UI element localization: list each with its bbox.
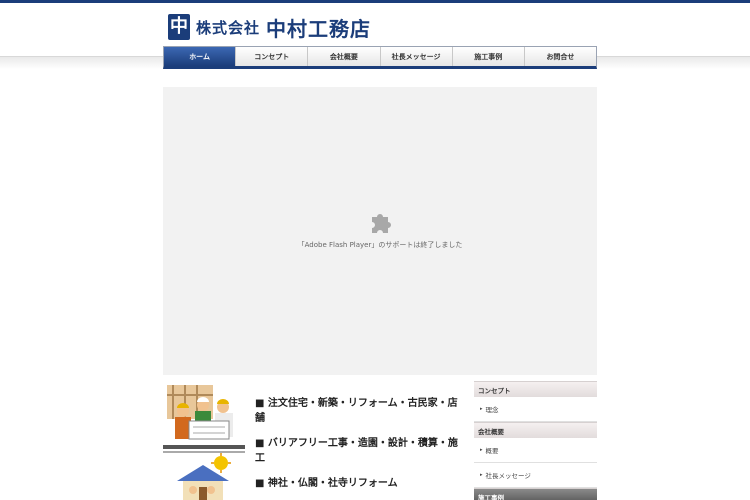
- sidebar-heading-concept: コンセプト: [474, 381, 597, 397]
- logo-company-name: 中村工務店: [266, 16, 372, 41]
- sidebar-heading-company: 会社概要: [474, 422, 597, 438]
- feature-section: ■ 注文住宅・新築・リフォーム・古民家・店舗 ■ バリアフリー工事・造園・設計・…: [163, 381, 468, 500]
- nav-item-works[interactable]: 施工事例: [453, 47, 525, 66]
- logo-company-prefix: 株式会社: [196, 18, 261, 37]
- logo-mark-icon: 中: [168, 14, 190, 40]
- arrow-right-icon: ▸: [480, 472, 483, 478]
- sidebar-item-label: 概要: [485, 447, 499, 455]
- house-renovation-illustration: [163, 451, 245, 500]
- puzzle-piece-icon: [372, 214, 391, 233]
- nav-item-concept[interactable]: コンセプト: [236, 47, 309, 66]
- sidebar-heading-works: 施工事例: [474, 488, 597, 500]
- sidebar-item-label: 理念: [485, 406, 499, 414]
- sidebar: コンセプト ▸ 理念 会社概要 ▸ 概要 ▸ 社長メッセージ 施工事例: [474, 381, 597, 500]
- flash-unsupported-message: 「Adobe Flash Player」のサポートは終了しました: [297, 241, 463, 249]
- flash-placeholder[interactable]: 「Adobe Flash Player」のサポートは終了しました: [163, 87, 597, 375]
- feature-item: ■ 神社・仏閣・社寺リフォーム: [255, 478, 398, 489]
- nav-item-company[interactable]: 会社概要: [308, 47, 381, 66]
- sidebar-item-philosophy[interactable]: ▸ 理念: [474, 397, 597, 422]
- feature-item: ■ 注文住宅・新築・リフォーム・古民家・店舗: [255, 398, 458, 424]
- feature-item: ■ バリアフリー工事・造園・設計・積算・施工: [255, 438, 458, 464]
- sidebar-item-president-message[interactable]: ▸ 社長メッセージ: [474, 463, 597, 488]
- nav-item-home[interactable]: ホーム: [164, 47, 237, 66]
- arrow-right-icon: ▸: [480, 447, 483, 453]
- arrow-right-icon: ▸: [480, 406, 483, 412]
- sidebar-item-overview[interactable]: ▸ 概要: [474, 438, 597, 463]
- construction-workers-illustration: [163, 381, 245, 449]
- nav-item-message[interactable]: 社長メッセージ: [381, 47, 453, 66]
- main-navigation: ホーム コンセプト 会社概要 社長メッセージ 施工事例 お問合せ: [163, 46, 597, 69]
- nav-item-contact[interactable]: お問合せ: [525, 47, 596, 66]
- site-logo[interactable]: 中 株式会社 中村工務店: [168, 12, 371, 42]
- sidebar-item-label: 社長メッセージ: [485, 472, 531, 480]
